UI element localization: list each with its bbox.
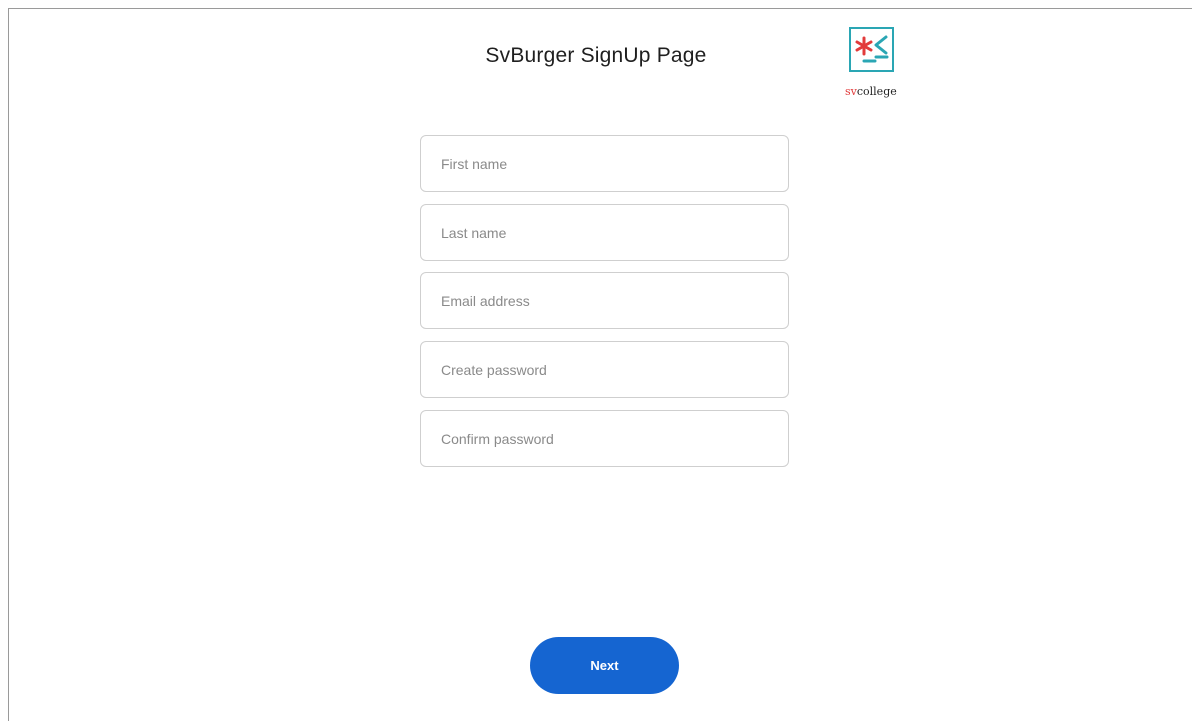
confirm-password-field[interactable] [421, 411, 788, 466]
logo-mark-icon [855, 35, 889, 63]
logo-box [849, 27, 894, 72]
last-name-field[interactable] [421, 205, 788, 260]
next-button[interactable]: Next [530, 637, 679, 694]
first-name-field-box [420, 135, 789, 192]
logo-wordmark: svcollege [845, 85, 907, 98]
page-title: SvBurger SignUp Page [485, 44, 707, 67]
email-field[interactable] [421, 273, 788, 328]
create-password-field[interactable] [421, 342, 788, 397]
create-password-field-box [420, 341, 789, 398]
logo-text-sv: sv [845, 85, 857, 98]
svcollege-logo: svcollege [845, 27, 905, 109]
first-name-field[interactable] [421, 136, 788, 191]
email-field-box [420, 272, 789, 329]
confirm-password-field-box [420, 410, 789, 467]
last-name-field-box [420, 204, 789, 261]
logo-text-college: college [856, 85, 897, 98]
